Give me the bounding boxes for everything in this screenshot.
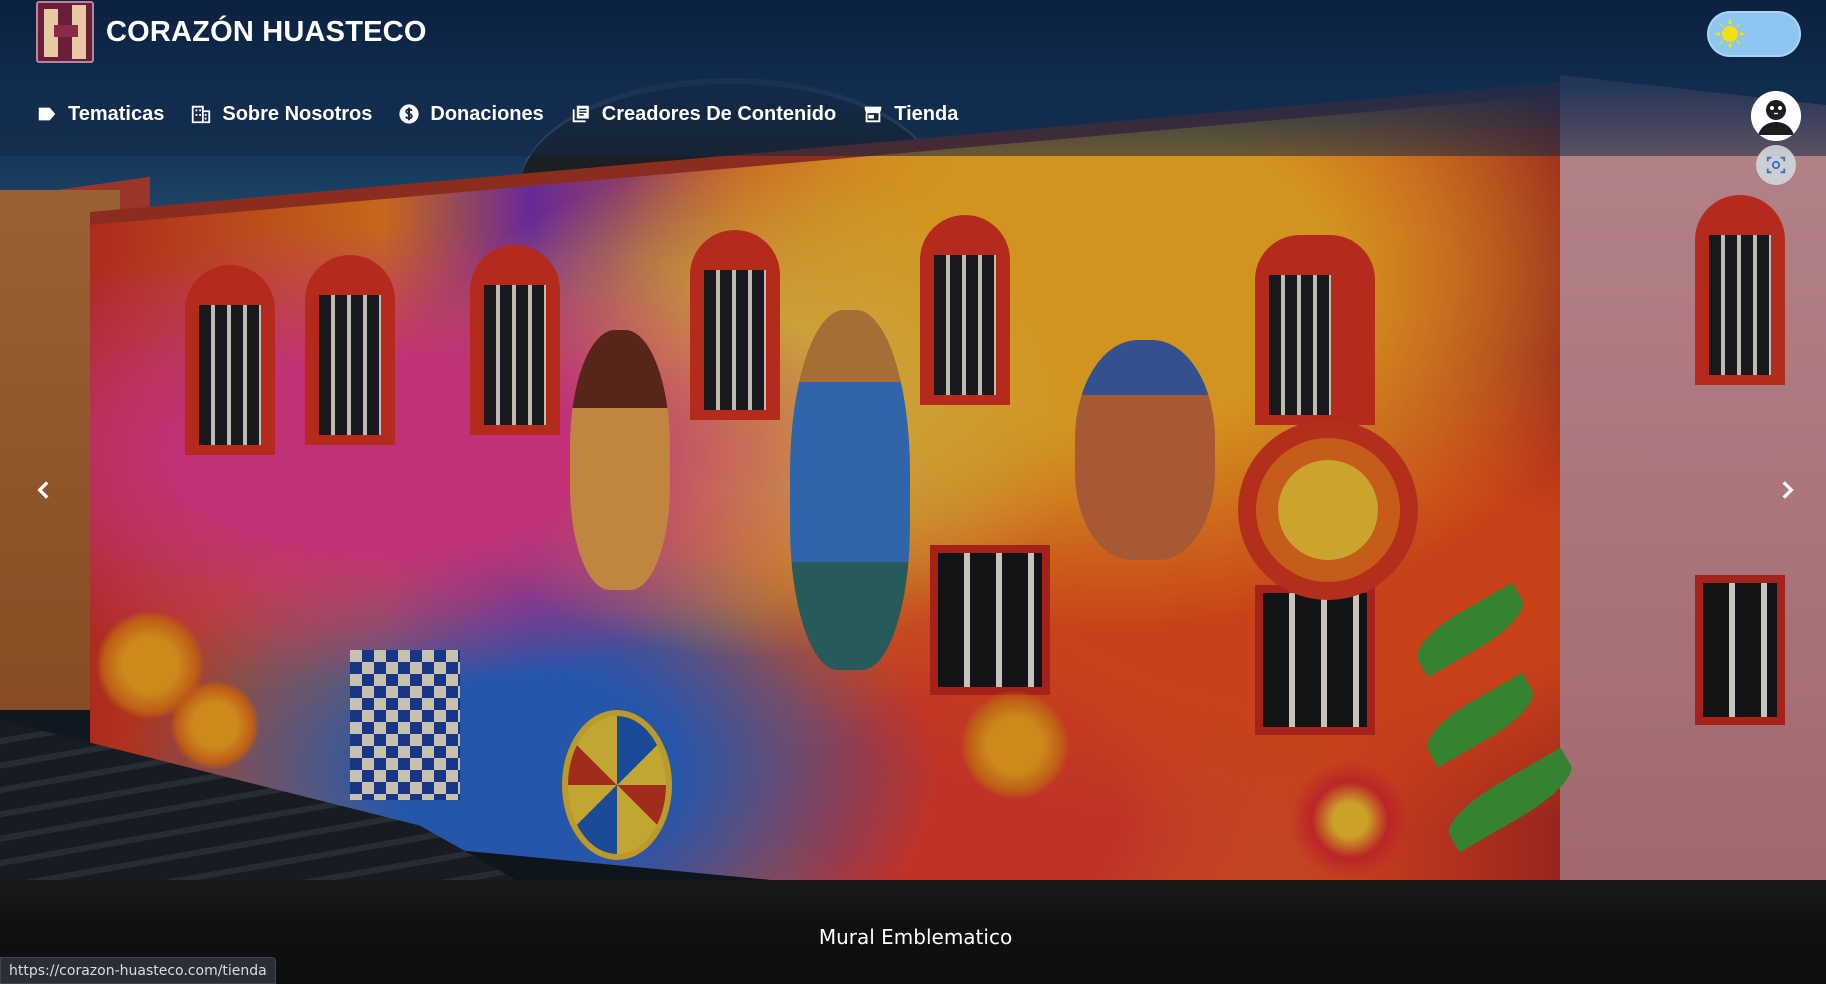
nav-item-label: Creadores De Contenido	[601, 102, 837, 125]
nav-item-label: Sobre Nosotros	[222, 102, 373, 125]
main-nav: Tematicas Sobre Nosotros Donaciones Crea…	[36, 100, 984, 128]
chevron-right-icon	[1782, 481, 1794, 499]
nav-item-creadores-de-contenido[interactable]: Creadores De Contenido	[570, 103, 836, 126]
carousel-next-button[interactable]	[1770, 470, 1804, 510]
carousel-caption: Mural Emblematico	[818, 925, 1013, 949]
site-header: CORAZÓN HUASTECO Tematicas Sobre Nosotro…	[0, 0, 1826, 156]
camera-scan-button[interactable]	[1756, 145, 1796, 185]
nav-item-sobre-nosotros[interactable]: Sobre Nosotros	[190, 103, 372, 126]
nav-item-donaciones[interactable]: Donaciones	[398, 102, 544, 126]
nav-item-label: Tematicas	[68, 102, 165, 125]
corazon-huasteco-logo-icon	[36, 1, 94, 63]
status-bar-url: https://corazon-huasteco.com/tienda	[0, 957, 276, 984]
storefront-icon	[864, 106, 882, 123]
theme-toggle[interactable]	[1707, 11, 1801, 57]
nav-item-tematicas[interactable]: Tematicas	[36, 103, 164, 126]
nav-item-label: Tienda	[894, 102, 959, 125]
nav-item-tienda[interactable]: Tienda	[862, 103, 958, 126]
dollar-coin-icon	[399, 104, 420, 124]
user-account-button[interactable]	[1751, 91, 1801, 141]
chevron-left-icon	[37, 481, 49, 499]
brand-title: CORAZÓN HUASTECO	[106, 15, 427, 48]
user-avatar-icon	[1751, 91, 1801, 141]
tag-icon	[38, 107, 56, 121]
library-books-icon	[572, 105, 589, 123]
carousel-prev-button[interactable]	[27, 470, 61, 510]
nav-item-label: Donaciones	[430, 102, 544, 125]
camera-scan-icon	[1766, 156, 1786, 174]
sun-icon	[1714, 18, 1746, 50]
building-icon	[192, 105, 211, 124]
brand[interactable]: CORAZÓN HUASTECO	[36, 0, 427, 64]
